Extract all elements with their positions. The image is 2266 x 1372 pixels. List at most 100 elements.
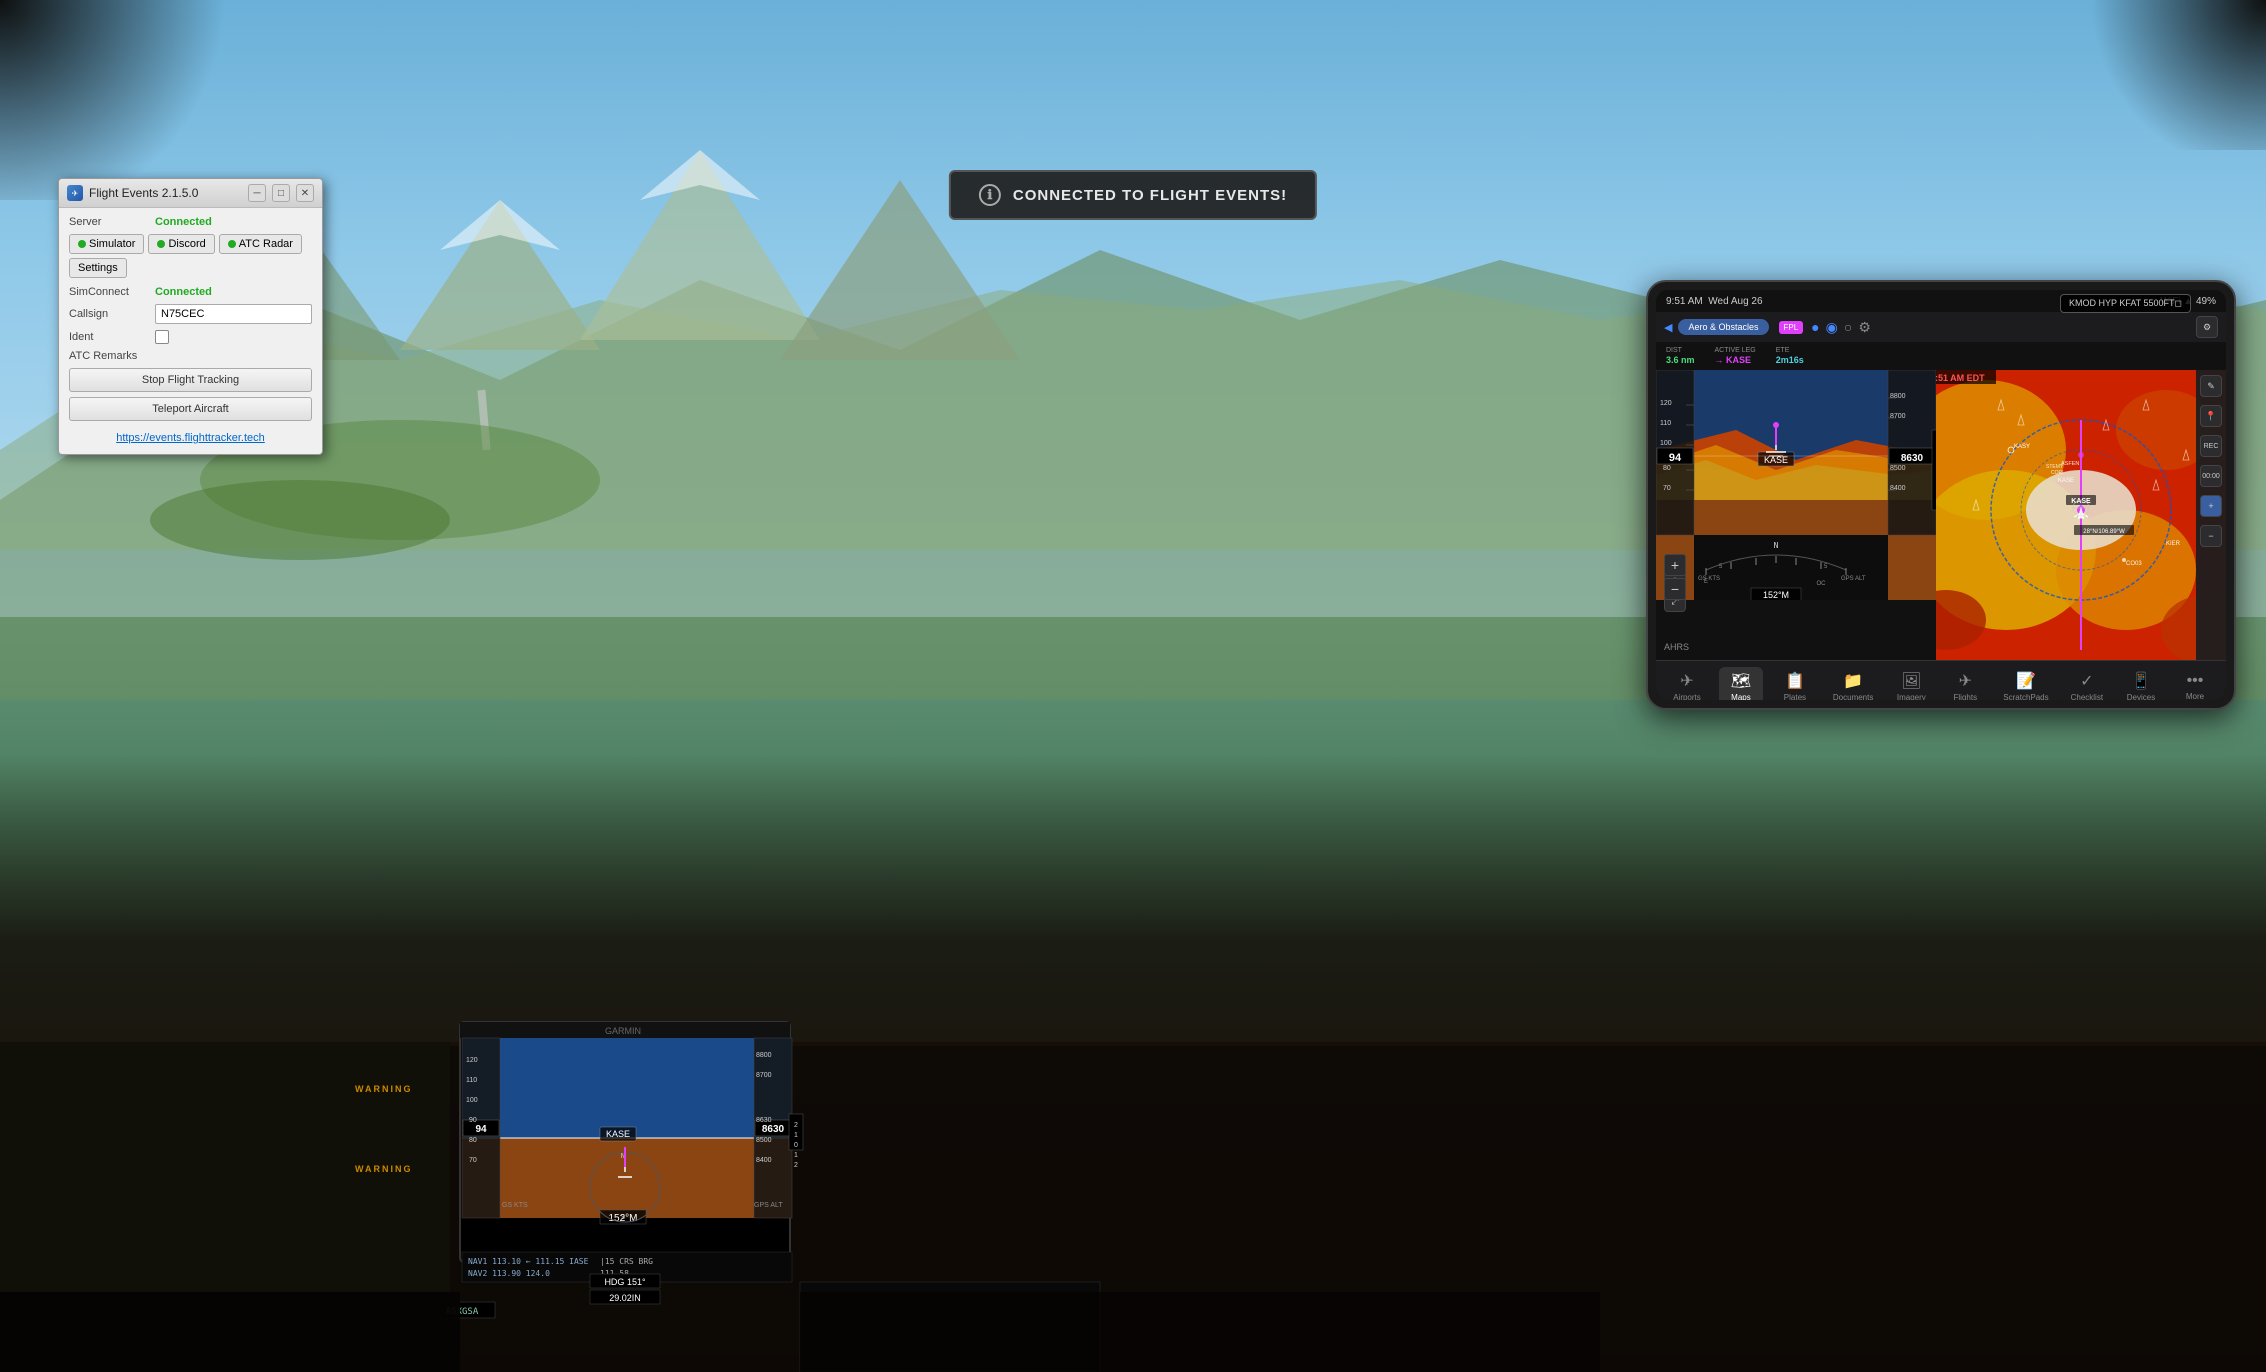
ahrs-label: AHRS bbox=[1664, 642, 1689, 652]
simconnect-label: SimConnect bbox=[69, 286, 149, 298]
scratchpads-icon: 📝 bbox=[2016, 671, 2036, 691]
dist-value: 3.6 nm bbox=[1666, 355, 1695, 365]
fpl-badge[interactable]: FPL bbox=[1779, 321, 1804, 334]
svg-text:GPS ALT: GPS ALT bbox=[1841, 576, 1866, 582]
discord-dot bbox=[157, 240, 165, 248]
plates-label: Plates bbox=[1784, 693, 1806, 700]
documents-label: Documents bbox=[1833, 693, 1873, 700]
gear-icon-btn[interactable]: ⚙ bbox=[1858, 319, 1871, 336]
tab-devices[interactable]: 📱 Devices bbox=[2119, 667, 2163, 700]
map-area: 94 120 110 100 80 70 8630 8800 bbox=[1656, 370, 2226, 660]
map-icon-btn[interactable]: ● bbox=[1811, 319, 1819, 335]
zoom-out-map-btn[interactable]: − bbox=[2200, 525, 2222, 547]
ete-item: ETE 2m16s bbox=[1776, 347, 1804, 365]
devices-label: Devices bbox=[2127, 693, 2155, 700]
ident-row: Ident bbox=[69, 330, 312, 344]
minimize-button[interactable]: ─ bbox=[248, 184, 266, 202]
ident-label: Ident bbox=[69, 331, 149, 343]
tab-more[interactable]: ••• More bbox=[2173, 668, 2217, 700]
airports-label: Airports bbox=[1673, 693, 1701, 700]
cockpit-overlay bbox=[0, 755, 2266, 1372]
restore-button[interactable]: □ bbox=[272, 184, 290, 202]
tablet-bottombar: ✈ Airports 🗺 Maps 📋 Plates 📁 Documents 🖼… bbox=[1656, 660, 2226, 700]
tab-checklist[interactable]: ✓ Checklist bbox=[2065, 667, 2109, 700]
svg-text:8400: 8400 bbox=[1890, 485, 1906, 492]
server-label: Server bbox=[69, 216, 149, 228]
svg-text:110: 110 bbox=[1660, 420, 1671, 427]
tab-imagery[interactable]: 🖼 Imagery bbox=[1889, 667, 1933, 700]
maps-icon: 🗺 bbox=[1731, 671, 1751, 691]
events-link[interactable]: https://events.flighttracker.tech bbox=[116, 432, 265, 444]
banner-text: CONNECTED TO FLIGHT EVENTS! bbox=[1013, 187, 1287, 204]
simconnect-status: Connected bbox=[155, 286, 212, 298]
more-label: More bbox=[2186, 692, 2204, 700]
tablet-topbar: ◀ Aero & Obstacles FPL ● ◉ ○ ⚙ KMOD HYP … bbox=[1656, 312, 2226, 342]
svg-text:28°N/106.89°W: 28°N/106.89°W bbox=[2083, 529, 2125, 535]
simconnect-row: SimConnect Connected bbox=[69, 286, 312, 298]
atc-dot bbox=[228, 240, 236, 248]
zoom-in-btn[interactable]: + bbox=[1664, 554, 1686, 576]
tab-settings[interactable]: Settings bbox=[69, 258, 127, 278]
timer-btn[interactable]: 00:00 bbox=[2200, 465, 2222, 487]
nav-aero-label: Aero & Obstacles bbox=[1688, 322, 1758, 332]
record-btn[interactable]: REC bbox=[2200, 435, 2222, 457]
svg-text:KASE: KASE bbox=[2058, 478, 2074, 484]
stop-tracking-button[interactable]: Stop Flight Tracking bbox=[69, 368, 312, 392]
back-button[interactable]: ◀ bbox=[1664, 321, 1672, 334]
info-icon: ℹ bbox=[979, 184, 1001, 206]
pin-btn[interactable]: 📍 bbox=[2200, 405, 2222, 427]
callsign-label: Callsign bbox=[69, 308, 149, 320]
circle-icon-btn[interactable]: ○ bbox=[1844, 319, 1852, 335]
left-display: 94 120 110 100 80 70 8630 8800 bbox=[1656, 370, 1936, 660]
nav-pill-aero[interactable]: Aero & Obstacles bbox=[1678, 319, 1768, 335]
active-leg-label: ACTIVE LEG bbox=[1715, 347, 1756, 354]
flights-label: Flights bbox=[1954, 693, 1978, 700]
server-status: Connected bbox=[155, 216, 212, 228]
active-icon-btn[interactable]: ◉ bbox=[1826, 319, 1838, 336]
sectional-map: KASE KASY KASE CO03 KIER STEMY 28°N bbox=[1936, 370, 2226, 660]
tab-flights[interactable]: ✈ Flights bbox=[1943, 667, 1987, 700]
svg-text:KIER: KIER bbox=[2166, 541, 2181, 547]
tab-plates[interactable]: 📋 Plates bbox=[1773, 667, 1817, 700]
tab-scratchpads[interactable]: 📝 ScratchPads bbox=[1997, 667, 2054, 700]
tab-maps[interactable]: 🗺 Maps bbox=[1719, 667, 1763, 700]
imagery-icon: 🖼 bbox=[1901, 671, 1921, 691]
svg-text:8500: 8500 bbox=[1890, 465, 1906, 472]
documents-icon: 📁 bbox=[1843, 671, 1863, 691]
checklist-icon: ✓ bbox=[2080, 671, 2093, 691]
zoom-in-map-btn[interactable]: + bbox=[2200, 495, 2222, 517]
tab-bar: Simulator Discord ATC Radar Settings bbox=[69, 234, 312, 278]
tab-simulator-label: Simulator bbox=[89, 238, 135, 250]
settings-map-btn[interactable]: ⚙ bbox=[2196, 316, 2218, 338]
tab-airports[interactable]: ✈ Airports bbox=[1665, 667, 1709, 700]
svg-text:OC: OC bbox=[1817, 581, 1827, 587]
simulator-dot bbox=[78, 240, 86, 248]
svg-text:ASFEN: ASFEN bbox=[2061, 461, 2079, 467]
dialog-link-row: https://events.flighttracker.tech bbox=[69, 426, 312, 446]
callsign-input[interactable] bbox=[155, 304, 312, 324]
notification-banner: ℹ CONNECTED TO FLIGHT EVENTS! bbox=[949, 170, 1317, 220]
close-button[interactable]: ✕ bbox=[296, 184, 314, 202]
tab-atc-label: ATC Radar bbox=[239, 238, 293, 250]
teleport-button[interactable]: Teleport Aircraft bbox=[69, 397, 312, 421]
tab-atc-radar[interactable]: ATC Radar bbox=[219, 234, 302, 254]
app-icon: ✈ bbox=[67, 185, 83, 201]
atc-remarks-label: ATC Remarks bbox=[69, 350, 149, 362]
edit-btn[interactable]: ✎ bbox=[2200, 375, 2222, 397]
foreflight-tablet: 9:51 AM Wed Aug 26 WiFi ▲ 49% ◀ Aero & O… bbox=[1646, 280, 2236, 710]
tab-documents[interactable]: 📁 Documents bbox=[1827, 667, 1879, 700]
svg-text:94: 94 bbox=[1669, 452, 1682, 464]
zoom-controls: + − bbox=[1664, 554, 1686, 600]
sectional-svg: KASE KASY KASE CO03 KIER STEMY 28°N bbox=[1936, 370, 2226, 660]
route-label: KMOD HYP KFAT 5500FT◻ bbox=[2060, 294, 2191, 313]
tab-discord[interactable]: Discord bbox=[148, 234, 214, 254]
tab-settings-label: Settings bbox=[78, 262, 118, 274]
zoom-out-btn[interactable]: − bbox=[1664, 578, 1686, 600]
ident-checkbox[interactable] bbox=[155, 330, 169, 344]
flights-icon: ✈ bbox=[1959, 671, 1972, 691]
svg-text:100: 100 bbox=[1660, 440, 1672, 447]
devices-icon: 📱 bbox=[2131, 671, 2151, 691]
side-toolbar: ✎ 📍 REC 00:00 + − bbox=[2196, 370, 2226, 660]
dialog-body: Server Connected Simulator Discord ATC R… bbox=[59, 208, 322, 454]
tab-simulator[interactable]: Simulator bbox=[69, 234, 144, 254]
